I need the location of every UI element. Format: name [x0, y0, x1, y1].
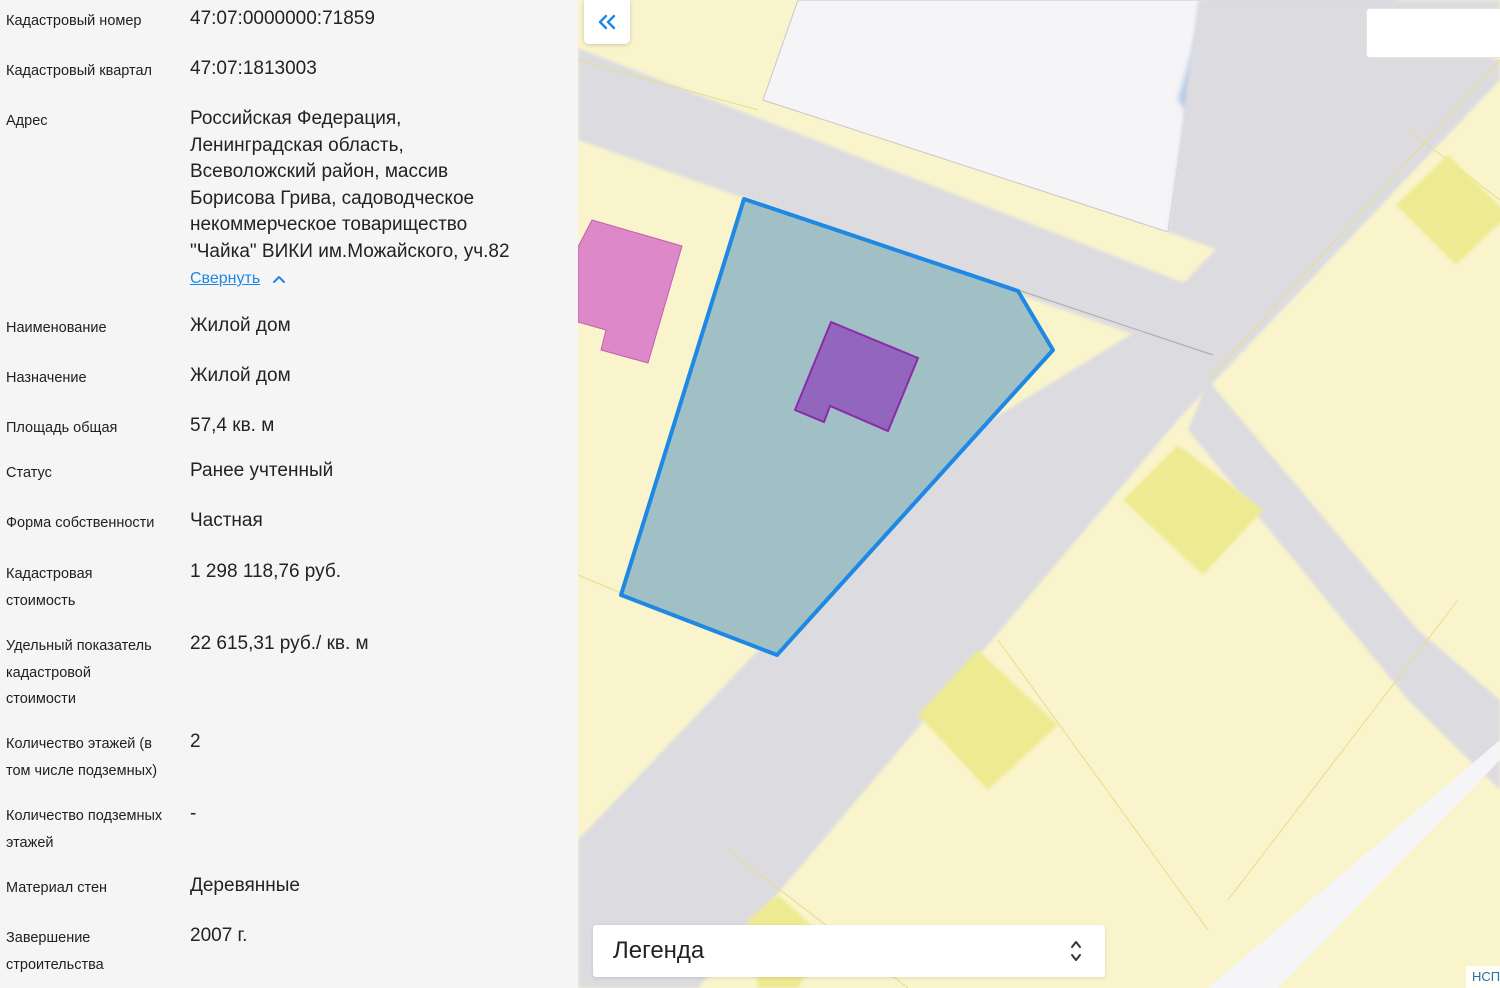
- property-value: 2: [190, 731, 201, 752]
- property-value: Деревянные: [190, 875, 300, 896]
- property-label: Наименование: [6, 320, 107, 336]
- legend-toggle[interactable]: Легенда: [593, 925, 1105, 977]
- property-label: Статус: [6, 465, 52, 481]
- property-value: Частная: [190, 510, 263, 531]
- map-search-box[interactable]: [1366, 8, 1500, 58]
- property-value: Жилой дом: [190, 315, 291, 336]
- property-label: Кадастровый номер: [6, 13, 142, 29]
- property-value: 2007 г.: [190, 925, 248, 946]
- property-label: Кадастровая стоимость: [6, 566, 93, 609]
- chevron-up-icon: [273, 276, 286, 283]
- property-value: 57,4 кв. м: [190, 415, 275, 436]
- property-value: 1 298 118,76 руб.: [190, 561, 342, 582]
- property-label: Кадастровый квартал: [6, 63, 153, 79]
- collapse-link-label: Свернуть: [190, 270, 261, 287]
- property-label: Количество этажей (в том числе подземных…: [6, 736, 158, 779]
- property-label: Удельный показатель кадастровой стоимост…: [6, 638, 152, 707]
- property-info-panel: Кадастровый номер 47:07:0000000:71859 Ка…: [0, 0, 578, 988]
- chevron-up-down-icon: [1071, 941, 1081, 961]
- property-value: 47:07:1813003: [190, 58, 317, 79]
- double-chevron-left-icon: [598, 14, 616, 30]
- property-label: Назначение: [6, 370, 87, 386]
- legend-label: Легенда: [613, 937, 705, 964]
- property-label: Количество подземных этажей: [6, 808, 163, 851]
- property-value-address: Российская Федерация, Ленинградская обла…: [190, 108, 510, 262]
- collapse-address-link[interactable]: Свернуть: [190, 270, 286, 288]
- property-value: -: [190, 803, 197, 824]
- collapse-panel-button[interactable]: [584, 0, 630, 44]
- property-value: Ранее учтенный: [190, 460, 334, 481]
- property-label: Адрес: [6, 113, 48, 129]
- cadastral-map[interactable]: [578, 0, 1500, 988]
- property-label: Форма собственности: [6, 515, 155, 531]
- property-label: Материал стен: [6, 880, 108, 896]
- property-value: Жилой дом: [190, 365, 291, 386]
- property-label: Завершение строительства: [6, 930, 104, 973]
- property-value: 22 615,31 руб./ кв. м: [190, 633, 369, 654]
- property-label: Площадь общая: [6, 420, 118, 436]
- property-value: 47:07:0000000:71859: [190, 8, 375, 29]
- map-attribution[interactable]: НСП: [1466, 966, 1500, 988]
- map-canvas[interactable]: [578, 0, 1500, 988]
